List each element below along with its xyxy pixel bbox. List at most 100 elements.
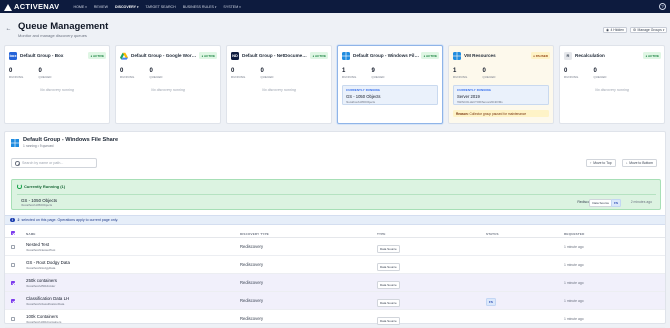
- hidden-groups-button[interactable]: ◉ 4 Hidden: [603, 27, 628, 33]
- row-requested-time: 1 minute ago: [564, 262, 584, 267]
- arrow-up-icon: ↑: [590, 161, 592, 165]
- queued-count: 0: [593, 68, 597, 74]
- move-to-bottom-button[interactable]: ↓ Move to Bottom: [622, 159, 657, 167]
- select-all-checkbox[interactable]: [11, 231, 15, 235]
- queued-label: QUEUED: [260, 75, 274, 79]
- row-checkbox[interactable]: [11, 281, 15, 285]
- queued-stat: 9 QUEUED: [371, 68, 384, 79]
- nav-item-target-search[interactable]: TARGET SEARCH: [146, 5, 176, 9]
- eye-off-icon: ◉: [606, 28, 609, 32]
- table-row[interactable]: Nested Test \\localhost\NestedTest Redisco…: [5, 238, 665, 256]
- currently-running-box: CURRENTLY RUNNING Server 2019 \\WINCOLLECT…: [453, 85, 549, 105]
- page-subtitle: Monitor and manage discovery queues: [18, 33, 87, 38]
- page-title: Queue Management: [18, 21, 109, 32]
- row-requested-time: 1 minute ago: [564, 244, 584, 249]
- nav-item-review[interactable]: REVIEW: [94, 5, 108, 9]
- chevron-down-icon: ▾: [662, 28, 665, 32]
- nav-item-label: BUSINESS RULES: [182, 4, 214, 9]
- column-header-status[interactable]: STATUS: [486, 232, 499, 236]
- running-stat: 1 RUNNING: [453, 68, 467, 79]
- status-badge: ● ACTIVE: [199, 52, 217, 59]
- currently-running-label: CURRENTLY RUNNING: [457, 88, 492, 92]
- manage-groups-label: Manage Groups: [637, 28, 662, 32]
- table-row[interactable]: Classification Data LH \\localhost\Classi…: [5, 292, 665, 310]
- nav-item-system[interactable]: SYSTEM ▾: [223, 5, 240, 9]
- status-badge: ● PAUSED: [531, 52, 550, 59]
- currently-running-name: Server 2019: [457, 93, 480, 99]
- running-stat: 0 RUNNING: [231, 68, 245, 79]
- chevron-down-icon: ▾: [214, 4, 217, 9]
- nav-item-discovery[interactable]: DISCOVERY ▾: [115, 5, 139, 9]
- status-badge: ● ACTIVE: [643, 52, 661, 59]
- data-source-chip: Data Source: [377, 298, 400, 307]
- windows-icon: [342, 51, 350, 60]
- queue-group-card[interactable]: VM Resources ● PAUSED 1 RUNNING 0 QUEUED CURRE…: [448, 45, 554, 124]
- queue-group-card[interactable]: Default Group - Windows File ... ● ACTIVE…: [337, 45, 443, 124]
- help-icon[interactable]: ?: [659, 3, 666, 10]
- manage-groups-button[interactable]: ⚙ Manage Groups ▾: [630, 27, 668, 33]
- card-header: Default Group - Google Works... ● ACTIVE: [120, 51, 217, 60]
- queue-group-card[interactable]: ND Default Group - NetDocuments ● ACTIVE 0 R…: [226, 45, 332, 124]
- card-header: ND Default Group - NetDocuments ● ACTIVE: [231, 51, 328, 60]
- search-box: [11, 158, 97, 168]
- table-row[interactable]: 250k containers \\localhost\250kFolder Red…: [5, 274, 665, 292]
- queue-group-card[interactable]: Default Group - Google Works... ● ACTIVE 0…: [115, 45, 221, 124]
- queue-group-card[interactable]: box Default Group - Box ● ACTIVE 0 RUNNING 0 Q…: [4, 45, 110, 124]
- activenav-logo[interactable]: ACTIVENAV: [4, 2, 59, 11]
- row-name: 250k containers: [26, 277, 57, 283]
- column-header-type[interactable]: TYPE: [377, 232, 386, 236]
- data-source-chip: Data Source: [377, 244, 400, 253]
- row-path: \\localhost\NestedTest: [26, 247, 56, 252]
- queue-group-card[interactable]: R Recalculation ● ACTIVE 0 RUNNING 0 QUEUED No …: [559, 45, 665, 124]
- card-stats: 1 RUNNING 0 QUEUED: [453, 68, 511, 79]
- card-group-name: Default Group - Google Works...: [131, 53, 198, 58]
- logo-mark-icon: [4, 3, 12, 11]
- card-header: VM Resources ● PAUSED: [453, 51, 550, 60]
- nav-item-business-rules[interactable]: BUSINESS RULES ▾: [183, 5, 217, 9]
- reason-text: Collector group paused for maintenance: [469, 111, 527, 116]
- status-label: ACTIVE: [92, 53, 104, 58]
- row-discovery-type: Rediscovery: [240, 298, 264, 303]
- running-stat: 0 RUNNING: [120, 68, 134, 79]
- column-header-name[interactable]: NAME: [26, 232, 36, 236]
- back-arrow-icon[interactable]: ←: [5, 26, 12, 33]
- row-checkbox[interactable]: [11, 245, 15, 249]
- table-row[interactable]: 100k Containers \\localhost\100kContainer…: [5, 310, 665, 328]
- running-label: RUNNING: [453, 75, 468, 79]
- running-item-time: 2 minutes ago: [630, 199, 652, 204]
- card-group-name: Recalculation: [575, 53, 605, 58]
- chevron-down-icon: ▾: [239, 4, 241, 9]
- row-checkbox[interactable]: [11, 263, 15, 267]
- chevron-down-icon: ▾: [85, 4, 87, 9]
- running-item-row[interactable]: GS - 1050 Objects \\localhost\1050Object…: [17, 194, 656, 207]
- row-name: Nested Test: [26, 241, 50, 247]
- column-header-requested[interactable]: REQUESTED: [564, 232, 584, 236]
- search-input[interactable]: [22, 161, 96, 165]
- row-discovery-type: Rediscovery: [240, 244, 264, 249]
- running-stat: 0 RUNNING: [564, 68, 578, 79]
- fs-status-chip: FS: [611, 199, 621, 207]
- row-path: \\localhost\100kContainers: [26, 319, 62, 324]
- row-path: \\localhost\250kFolder: [26, 283, 56, 288]
- arrow-down-icon: ↓: [626, 161, 628, 165]
- table-row[interactable]: GS - Root Dodgy Data \\localhost\DodgyDat…: [5, 256, 665, 274]
- row-path: \\localhost\DodgyData: [26, 265, 56, 270]
- card-group-name: Default Group - NetDocuments: [242, 53, 309, 58]
- running-item-path: \\localhost\1050Objects: [21, 203, 53, 207]
- currently-running-box: CURRENTLY RUNNING GS - 1050 Objects \\loca…: [342, 85, 438, 105]
- running-label: RUNNING: [342, 75, 357, 79]
- row-checkbox[interactable]: [11, 299, 15, 303]
- data-source-chip: Data Source: [377, 262, 400, 271]
- running-stat: 0 RUNNING: [9, 68, 23, 79]
- move-to-top-button[interactable]: ↑ Move to Top: [586, 159, 616, 167]
- box-icon: box: [9, 51, 17, 60]
- queued-label: QUEUED: [38, 75, 52, 79]
- selection-count: 2: [17, 218, 20, 222]
- card-header: box Default Group - Box ● ACTIVE: [9, 51, 106, 60]
- row-checkbox[interactable]: [11, 317, 15, 321]
- info-icon: i: [10, 217, 15, 223]
- nav-item-home[interactable]: HOME ▾: [73, 5, 86, 9]
- column-header-discovery-type[interactable]: DISCOVERY TYPE: [240, 232, 269, 236]
- card-stats: 0 RUNNING 0 QUEUED: [231, 68, 289, 79]
- running-label: RUNNING: [231, 75, 246, 79]
